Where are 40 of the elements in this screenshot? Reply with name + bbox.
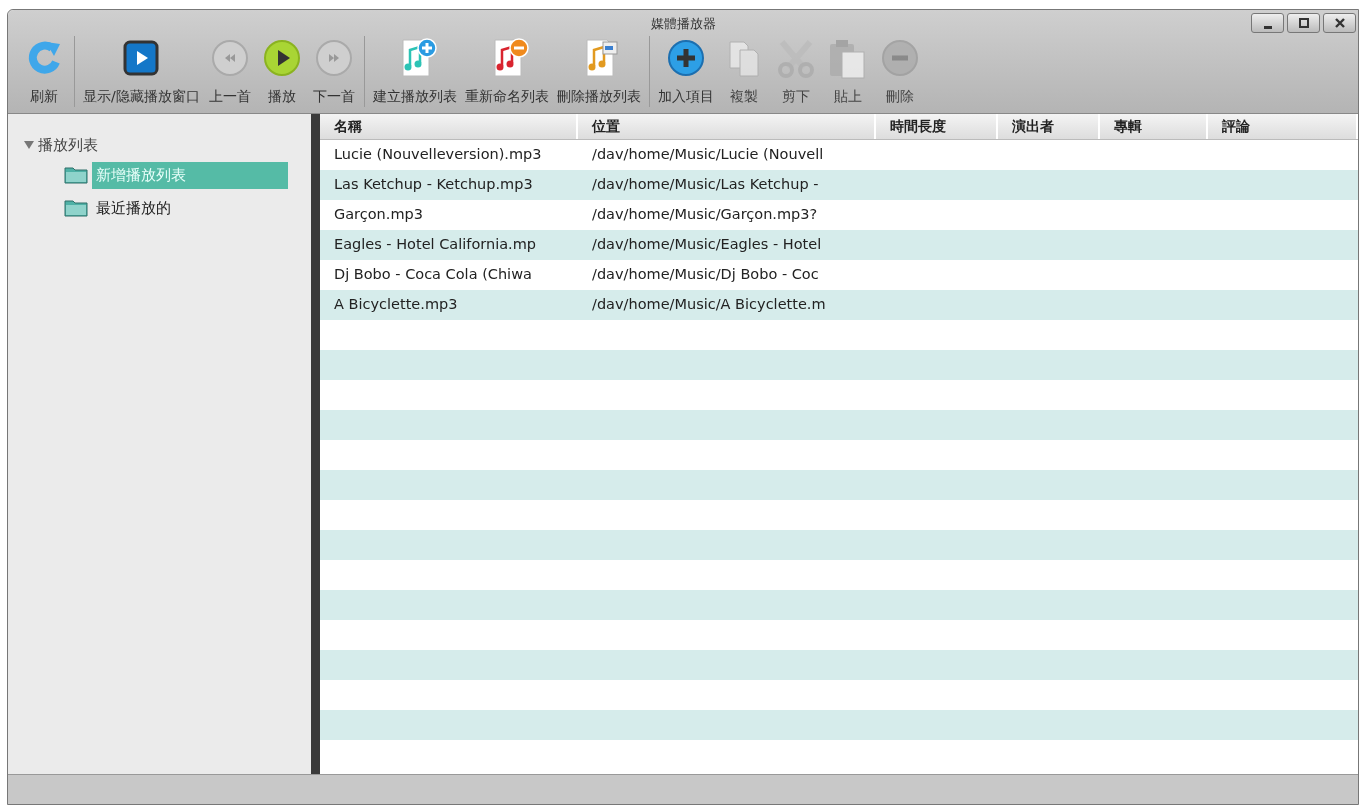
toolbar-button[interactable]: 上一首 [207,35,252,107]
tree-item[interactable]: 最近播放的 [92,194,288,221]
toolbar-button[interactable]: 刷新 [22,35,66,107]
toolbar-button[interactable]: 播放 [259,35,304,107]
splitter-handle[interactable] [311,113,320,774]
column-header[interactable]: 專輯 [1100,113,1208,139]
close-icon [1332,17,1347,29]
table-cell-text: Dj Bobo - Coca Cola (Chiwa [333,264,533,284]
minimize-button[interactable] [1251,13,1284,33]
maximize-button[interactable] [1287,13,1320,33]
minimize-icon [1263,26,1272,29]
maximize-icon [1296,17,1311,29]
table-cell-text: /dav/home/Music/Garçon.mp3? [591,204,819,224]
table-cell-text: A Bicyclette.mp3 [333,294,459,314]
folder-icon [64,166,88,185]
toolbar-button[interactable]: 建立播放列表 [372,35,457,107]
column-header[interactable]: 名稱 [320,113,578,139]
toolbar-button[interactable]: 重新命名列表 [464,35,549,107]
table-cell-text: Las Ketchup - Ketchup.mp3 [333,174,534,194]
expanded-arrow-icon [24,140,34,149]
table-cell-text: Eagles - Hotel California.mp [333,234,538,254]
table-cell-text: /dav/home/Music/Eagles - Hotel [591,234,823,254]
toolbar-button[interactable]: 下一首 [311,35,356,107]
column-header[interactable]: 評論 [1208,113,1358,139]
column-header[interactable]: 位置 [578,113,876,139]
table-cell-text: Lucie (Nouvelleversion).mp3 [333,144,543,164]
column-header[interactable]: 時間長度 [876,113,998,139]
window-title: 媒體播放器 [650,15,716,33]
table-cell-text: Garçon.mp3 [333,204,424,224]
table-cell-text: /dav/home/Music/Dj Bobo - Coc [591,264,820,284]
folder-icon [64,198,88,217]
tree-node[interactable]: 播放列表 [24,133,98,156]
close-button[interactable] [1323,13,1356,33]
table-cell-text: /dav/home/Music/A Bicyclette.m [591,294,827,314]
toolbar-button[interactable]: 显示/隐藏播放窗口 [83,35,200,107]
table-cell-text: /dav/home/Music/Lucie (Nouvell [591,144,825,164]
toolbar-button[interactable]: 刪除播放列表 [556,35,641,107]
toolbar-button[interactable]: 加入項目 [657,35,714,107]
column-header[interactable]: 演出者 [998,113,1100,139]
table-cell-text: /dav/home/Music/Las Ketchup - [591,174,820,194]
